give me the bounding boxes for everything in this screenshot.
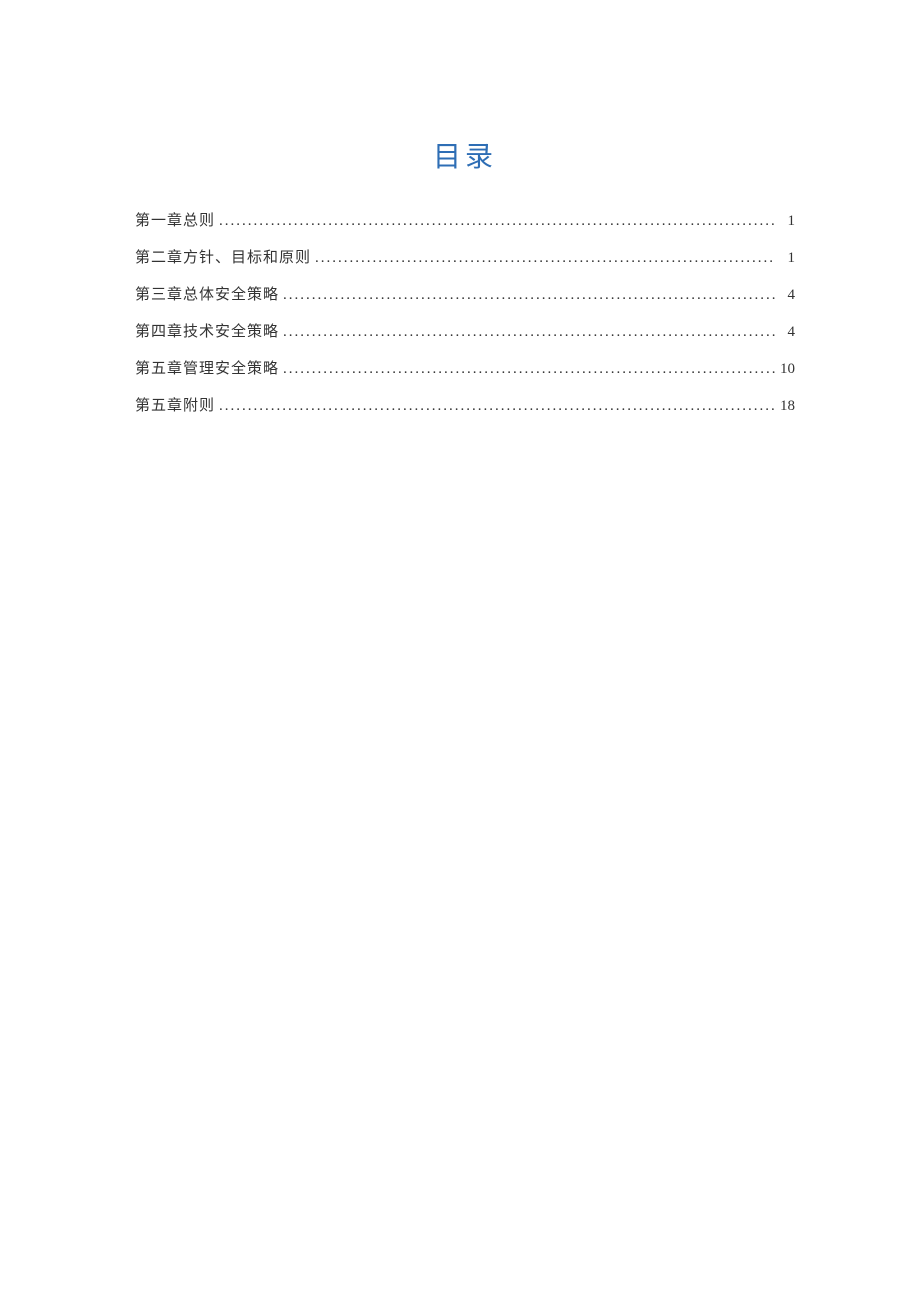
toc-leader-dots	[215, 396, 775, 417]
toc-entry-page: 10	[775, 359, 795, 380]
toc-leader-dots	[279, 359, 775, 380]
toc-title: 目录	[135, 135, 795, 175]
toc-entry-label: 第一章总则	[135, 211, 215, 232]
toc-entry-page: 4	[775, 322, 795, 343]
toc-entry: 第五章管理安全策略 10	[135, 359, 795, 380]
toc-entry-page: 18	[775, 396, 795, 417]
toc-entry: 第一章总则 1	[135, 211, 795, 232]
toc-leader-dots	[215, 211, 775, 232]
toc-leader-dots	[279, 285, 775, 306]
toc-entry-page: 4	[775, 285, 795, 306]
toc-entry-label: 第二章方针、目标和原则	[135, 248, 311, 269]
toc-list: 第一章总则 1 第二章方针、目标和原则 1 第三章总体安全策略 4 第四章技术安…	[135, 211, 795, 417]
toc-leader-dots	[279, 322, 775, 343]
toc-entry: 第二章方针、目标和原则 1	[135, 248, 795, 269]
toc-leader-dots	[311, 248, 775, 269]
toc-entry: 第三章总体安全策略 4	[135, 285, 795, 306]
document-page: 目录 第一章总则 1 第二章方针、目标和原则 1 第三章总体安全策略 4 第四章…	[0, 0, 920, 417]
toc-entry-page: 1	[775, 211, 795, 232]
toc-entry: 第四章技术安全策略 4	[135, 322, 795, 343]
toc-entry-label: 第三章总体安全策略	[135, 285, 279, 306]
toc-entry-page: 1	[775, 248, 795, 269]
toc-entry: 第五章附则 18	[135, 396, 795, 417]
toc-entry-label: 第四章技术安全策略	[135, 322, 279, 343]
toc-entry-label: 第五章管理安全策略	[135, 359, 279, 380]
toc-entry-label: 第五章附则	[135, 396, 215, 417]
